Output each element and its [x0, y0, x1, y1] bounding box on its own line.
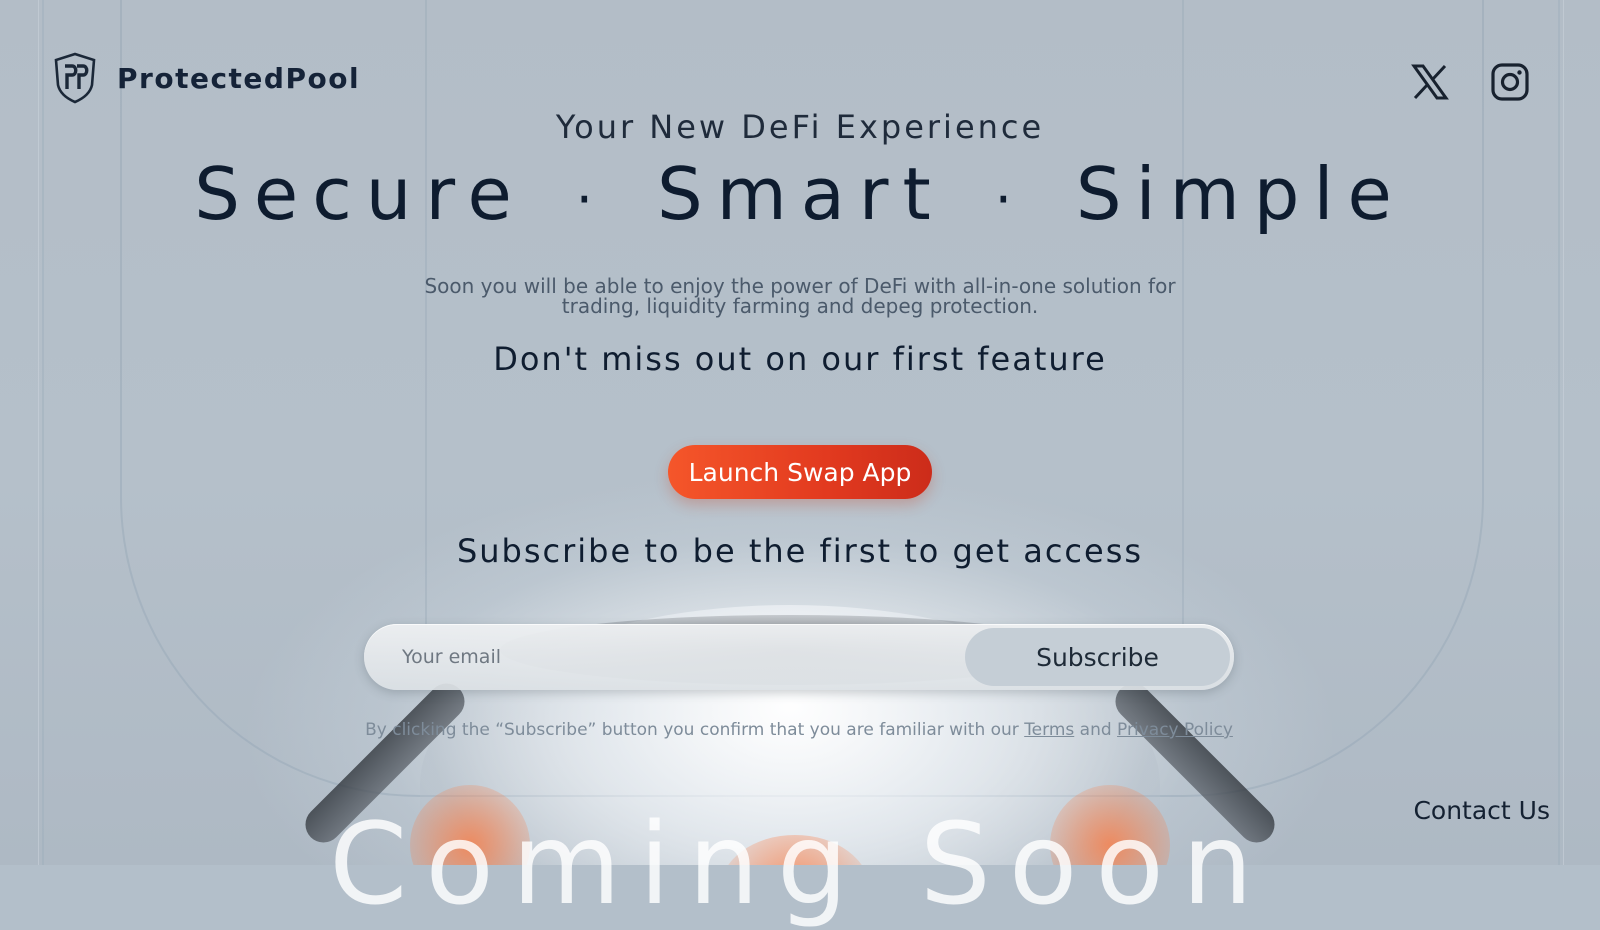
- consent-and: and: [1074, 720, 1118, 740]
- instagram-link[interactable]: [1490, 62, 1530, 102]
- feature-tease: Don't miss out on our first feature: [493, 340, 1107, 378]
- headline-word-smart: Smart: [656, 152, 945, 236]
- consent-prefix: By clicking the “Subscribe” button you c…: [365, 720, 1025, 740]
- headline-separator: ·: [994, 167, 1026, 231]
- terms-link[interactable]: Terms: [1024, 720, 1074, 740]
- headline-separator: ·: [575, 167, 607, 231]
- hero-kicker: Your New DeFi Experience: [555, 108, 1045, 146]
- consent-text: By clicking the “Subscribe” button you c…: [364, 720, 1234, 740]
- brand-logo[interactable]: ProtectedPool: [53, 52, 360, 104]
- brand-name: ProtectedPool: [117, 61, 361, 95]
- instagram-icon: [1491, 63, 1529, 101]
- privacy-policy-link[interactable]: Privacy Policy: [1117, 720, 1233, 740]
- headline-word-secure: Secure: [194, 152, 526, 236]
- coming-soon-text: Coming Soon: [329, 800, 1271, 930]
- headline-word-simple: Simple: [1075, 152, 1406, 236]
- shield-pp-logo-icon: [53, 52, 97, 104]
- subscribe-button[interactable]: Subscribe: [965, 628, 1230, 686]
- x-icon: [1411, 64, 1449, 100]
- launch-swap-app-button[interactable]: Launch Swap App: [668, 445, 932, 499]
- subscribe-title: Subscribe to be the first to get access: [456, 532, 1144, 570]
- x-link[interactable]: [1410, 62, 1450, 102]
- subscribe-form: Subscribe: [364, 624, 1234, 690]
- social-links: [1410, 62, 1530, 102]
- email-input[interactable]: [364, 624, 965, 690]
- hero-headline: Secure · Smart · Simple: [0, 152, 1600, 236]
- hero-description: Soon you will be able to enjoy the power…: [424, 274, 1176, 318]
